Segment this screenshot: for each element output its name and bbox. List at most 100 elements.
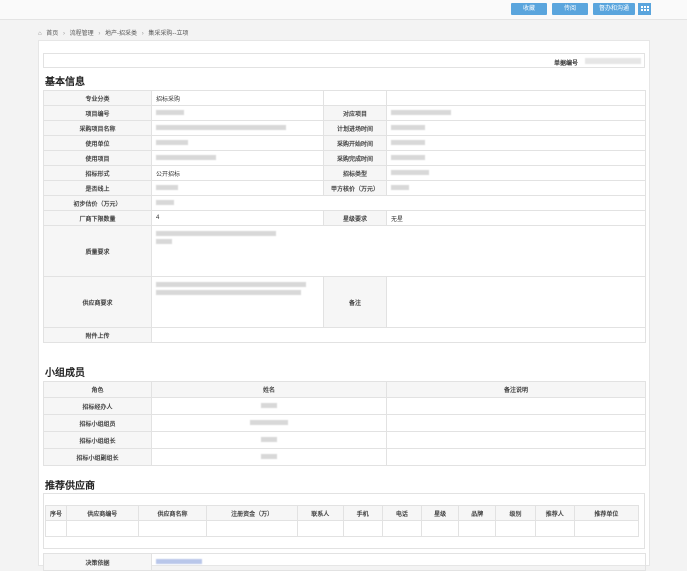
major-value: 招标采购 xyxy=(151,90,324,106)
field-label: 专业分类 xyxy=(43,90,152,106)
role-label: 招标小组组长 xyxy=(43,431,152,449)
favorite-button[interactable]: 收藏 xyxy=(511,3,547,15)
table-cell xyxy=(65,520,139,537)
column-header: 推荐人 xyxy=(534,505,575,521)
member-name xyxy=(151,448,387,466)
vendor-count-value: 4 xyxy=(151,210,324,226)
empty-cell xyxy=(386,90,646,106)
grid-menu-icon[interactable] xyxy=(638,3,651,15)
online-value xyxy=(151,180,324,196)
field-label: 初步估价（万元） xyxy=(43,195,152,211)
column-header: 星级 xyxy=(420,505,460,521)
table-cell xyxy=(573,520,640,537)
quality-value xyxy=(151,225,646,277)
member-remark xyxy=(386,448,646,466)
home-icon[interactable]: ⌂ xyxy=(38,31,42,37)
column-header: 注册资金（万） xyxy=(206,505,299,521)
purchase-end-value xyxy=(386,150,646,166)
field-label: 甲方核价（万元） xyxy=(323,180,387,196)
column-header: 品牌 xyxy=(458,505,497,521)
field-label: 招标类型 xyxy=(323,165,387,181)
field-label: 备注 xyxy=(323,276,387,328)
project-number-value xyxy=(151,105,324,121)
bid-type-value xyxy=(386,165,646,181)
table-cell xyxy=(342,520,383,537)
star-value: 无星 xyxy=(386,210,646,226)
init-price-value xyxy=(151,195,646,211)
member-remark xyxy=(386,397,646,415)
use-unit-value xyxy=(151,135,324,151)
table-cell xyxy=(420,520,460,537)
breadcrumb-item[interactable]: 流程管理 xyxy=(70,31,94,37)
member-remark xyxy=(386,414,646,432)
doc-number-value xyxy=(585,58,641,64)
breadcrumb-item: 集采采购--立项 xyxy=(148,31,189,37)
member-name xyxy=(151,397,387,415)
field-label: 星级要求 xyxy=(323,210,387,226)
counter-project-value xyxy=(386,105,646,121)
member-name xyxy=(151,414,387,432)
attachment-value[interactable] xyxy=(151,327,646,343)
breadcrumb-separator: › xyxy=(141,31,144,37)
breadcrumb: ⌂ 首页 › 流程管理 › 地产-招采类 › 集采采购--立项 xyxy=(38,28,191,37)
breadcrumb-home[interactable]: 首页 xyxy=(46,31,58,37)
field-label: 附件上传 xyxy=(43,327,152,343)
field-label: 招标形式 xyxy=(43,165,152,181)
table-cell xyxy=(534,520,575,537)
purchase-start-value xyxy=(386,135,646,151)
field-label: 采购项目名称 xyxy=(43,120,152,136)
section-title-suppliers: 推荐供应商 xyxy=(45,481,95,492)
use-project-value xyxy=(151,150,324,166)
field-label: 采购完成时间 xyxy=(323,150,387,166)
field-label: 使用单位 xyxy=(43,135,152,151)
column-header: 电话 xyxy=(381,505,423,521)
circulate-button[interactable]: 传阅 xyxy=(552,3,588,15)
team-table: 角色 姓名 备注说明 招标经办人 招标小组组员 招标小组组长 招标小组副组长 xyxy=(43,381,646,466)
decision-basis-link[interactable] xyxy=(151,553,646,571)
column-header: 姓名 xyxy=(151,381,387,398)
field-label: 是否线上 xyxy=(43,180,152,196)
purchase-name-value xyxy=(151,120,324,136)
breadcrumb-separator: › xyxy=(62,31,65,37)
basic-info-table: 专业分类 招标采购 项目编号 对应项目 采购项目名称 计划进场时间 使用单位 采… xyxy=(43,90,646,343)
field-label: 厂商下限数量 xyxy=(43,210,152,226)
column-header: 序号 xyxy=(45,505,67,521)
column-header: 供应商编号 xyxy=(65,505,139,521)
field-label: 采购开始时间 xyxy=(323,135,387,151)
member-name xyxy=(151,431,387,449)
section-title-team: 小组成员 xyxy=(45,368,85,379)
field-label: 供应商要求 xyxy=(43,276,152,328)
empty-cell xyxy=(323,90,387,106)
top-toolbar: 收藏 传阅 督办和沟通 xyxy=(0,0,687,20)
supplier-req-value xyxy=(151,276,324,328)
column-header: 级别 xyxy=(495,505,536,521)
table-cell xyxy=(495,520,536,537)
decision-basis-table: 决策依据 xyxy=(43,553,646,571)
member-remark xyxy=(386,431,646,449)
column-header: 推荐单位 xyxy=(573,505,640,521)
doc-number-label: 单据编号 xyxy=(554,61,579,67)
table-cell xyxy=(137,520,208,537)
role-label: 招标小组组员 xyxy=(43,414,152,432)
column-header: 角色 xyxy=(43,381,152,398)
breadcrumb-item[interactable]: 地产-招采类 xyxy=(105,31,137,37)
breadcrumb-separator: › xyxy=(98,31,101,37)
supervise-button[interactable]: 督办和沟通 xyxy=(593,3,635,15)
doc-number-row: 单据编号 xyxy=(43,53,645,68)
table-cell xyxy=(45,520,67,537)
table-cell xyxy=(381,520,423,537)
form-panel: 单据编号 基本信息 专业分类 招标采购 项目编号 对应项目 采购项目名称 计划进… xyxy=(38,40,650,571)
field-label: 对应项目 xyxy=(323,105,387,121)
field-label: 使用项目 xyxy=(43,150,152,166)
table-row xyxy=(45,520,640,537)
column-header: 供应商名称 xyxy=(137,505,208,521)
section-title-basic: 基本信息 xyxy=(45,77,85,88)
role-label: 招标小组副组长 xyxy=(43,448,152,466)
column-header: 手机 xyxy=(342,505,383,521)
column-header: 备注说明 xyxy=(386,381,646,398)
field-label: 质量要求 xyxy=(43,225,152,277)
table-cell xyxy=(206,520,299,537)
plan-start-value xyxy=(386,120,646,136)
field-label: 决策依据 xyxy=(43,553,152,571)
field-label: 计划进场时间 xyxy=(323,120,387,136)
